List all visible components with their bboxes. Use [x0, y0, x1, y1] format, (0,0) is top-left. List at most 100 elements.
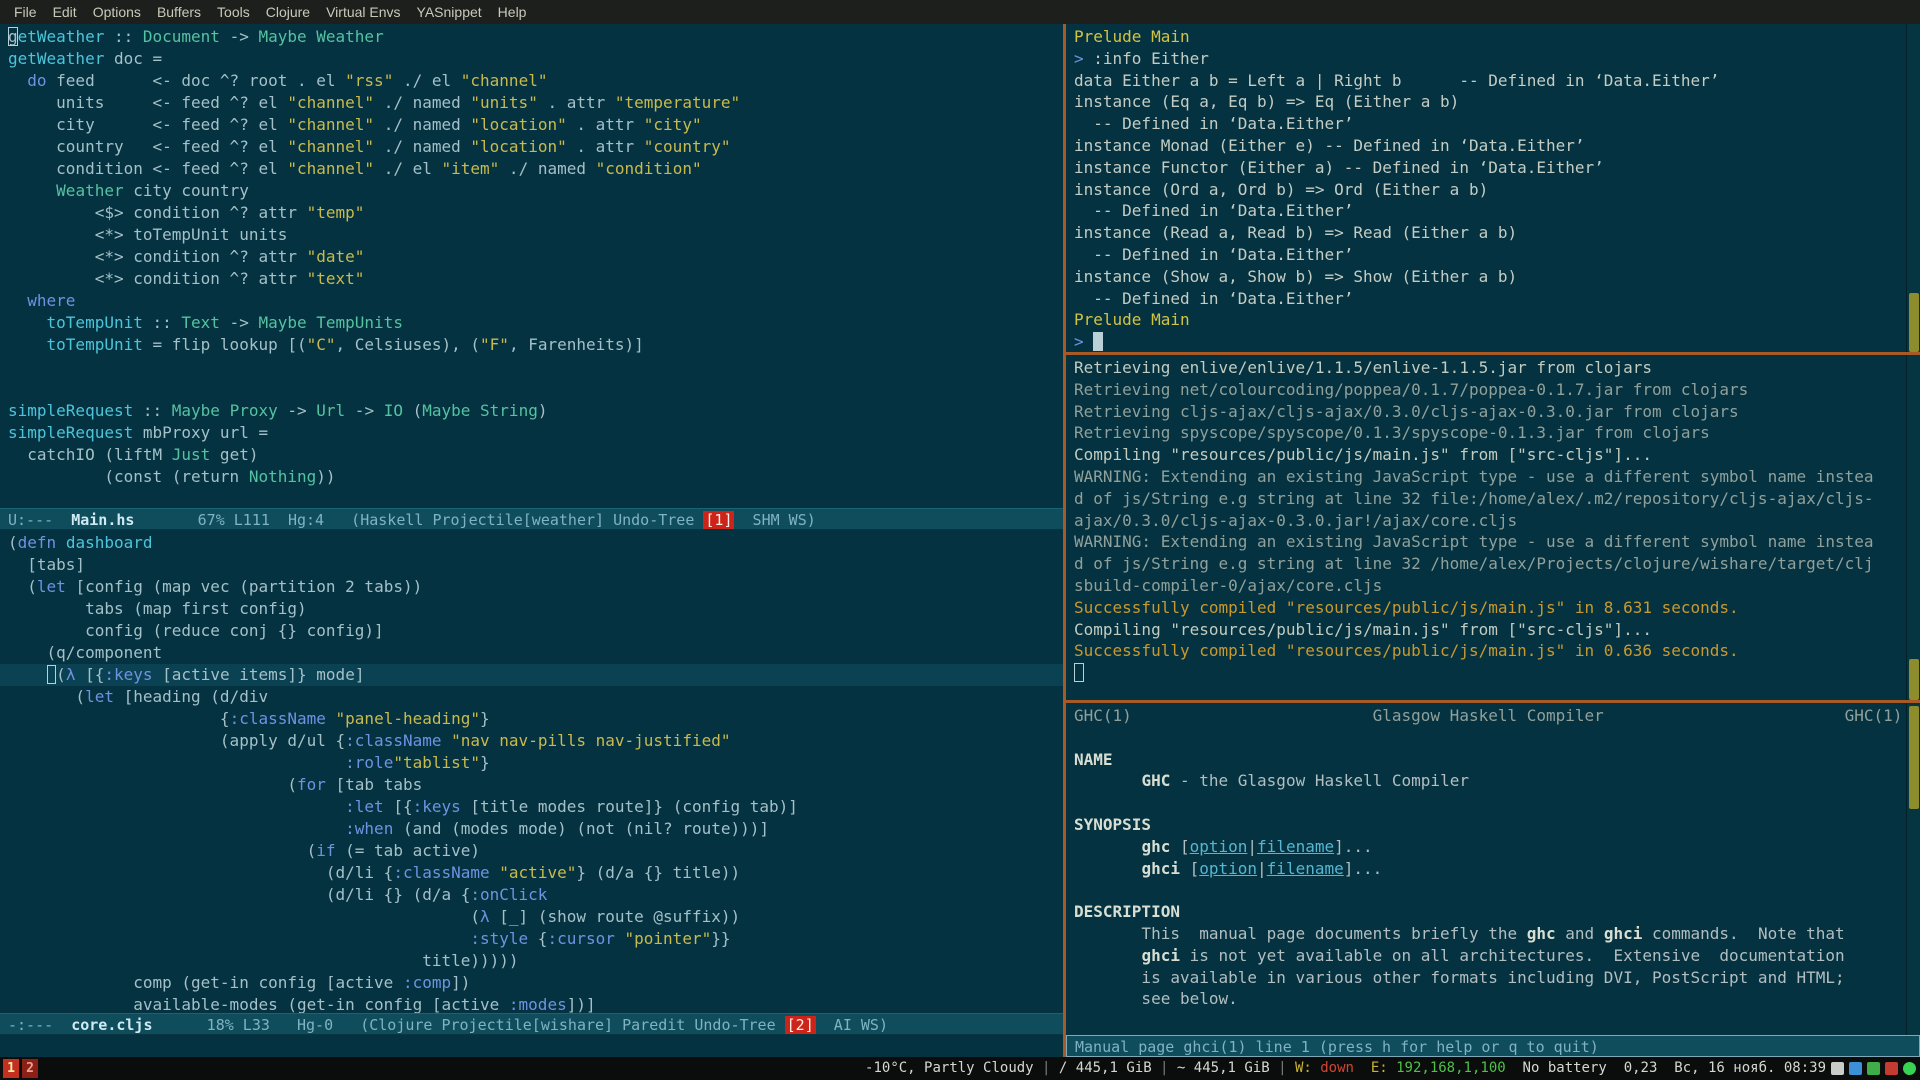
code-line: {:className "panel-heading"} — [0, 708, 1063, 730]
code-line: GHC(1) Glasgow Haskell Compiler GHC(1) — [1066, 705, 1906, 727]
mail-tray-icon[interactable] — [1849, 1062, 1862, 1075]
code-line: (let [heading (d/div — [0, 686, 1063, 708]
code-line: sbuild-compiler-0/ajax/core.cljs — [1066, 575, 1906, 597]
menu-item-edit[interactable]: Edit — [45, 2, 85, 22]
code-line: instance Monad (Either e) -- Defined in … — [1066, 135, 1906, 157]
workspace-badge-1[interactable]: 1 — [3, 1059, 19, 1078]
code-line: > — [1066, 331, 1906, 352]
code-line: units <- feed ^? el "channel" ./ named "… — [0, 92, 1063, 114]
code-line: (λ [{:keys [active items]} mode] — [0, 664, 1063, 686]
clojure-buffer[interactable]: (defn dashboard [tabs] (let [config (map… — [0, 530, 1063, 1013]
haskell-buffer[interactable]: getWeather :: Document -> Maybe Weatherg… — [0, 24, 1063, 508]
code-line: [tabs] — [0, 554, 1063, 576]
code-line: (q/component — [0, 642, 1063, 664]
repl-scrollbar-thumb[interactable] — [1909, 293, 1919, 352]
code-line: -- Defined in ‘Data.Either’ — [1066, 200, 1906, 222]
code-line: is available in various other formats in… — [1066, 967, 1906, 989]
code-line: -10°C, Partly Cloudy | / 445,1 GiB | ~ 4… — [857, 1057, 1826, 1080]
code-line: (let [config (map vec (partition 2 tabs)… — [0, 576, 1063, 598]
code-line: (d/li {} (d/a {:onClick — [0, 884, 1063, 906]
code-line: instance (Read a, Read b) => Read (Eithe… — [1066, 222, 1906, 244]
modeline-core-cljs: -:--- core.cljs 18% L33 Hg-0 (Clojure Pr… — [0, 1013, 1063, 1035]
repl-scrollbar[interactable] — [1906, 24, 1920, 352]
code-line — [0, 356, 1063, 378]
code-line: instance (Eq a, Eq b) => Eq (Either a b) — [1066, 91, 1906, 113]
code-line: (if (= tab active) — [0, 840, 1063, 862]
code-line: (const (return Nothing)) — [0, 466, 1063, 488]
code-line: U:--- Main.hs 67% L111 Hg:4 (Haskell Pro… — [0, 509, 1063, 530]
menu-item-clojure[interactable]: Clojure — [258, 2, 318, 22]
code-line: toTempUnit = flip lookup [("C", Celsiuse… — [0, 334, 1063, 356]
code-line: > :info Either — [1066, 48, 1906, 70]
compile-scrollbar[interactable] — [1906, 355, 1920, 700]
code-line: (defn dashboard — [0, 532, 1063, 554]
code-line: condition <- feed ^? el "channel" ./ el … — [0, 158, 1063, 180]
code-line: :role"tablist"} — [0, 752, 1063, 774]
code-line: Prelude Main — [1066, 309, 1906, 331]
man-page-buffer[interactable]: GHC(1) Glasgow Haskell Compiler GHC(1) N… — [1066, 703, 1906, 1035]
code-line: WARNING: Extending an existing JavaScrip… — [1066, 531, 1906, 553]
code-line: Retrieving net/colourcoding/poppea/0.1.7… — [1066, 379, 1906, 401]
ghci-repl-buffer[interactable]: Prelude Main> :info Eitherdata Either a … — [1066, 24, 1906, 352]
code-line: (for [tab tabs — [0, 774, 1063, 796]
code-line: simpleRequest :: Maybe Proxy -> Url -> I… — [0, 400, 1063, 422]
code-line: city <- feed ^? el "channel" ./ named "l… — [0, 114, 1063, 136]
code-line: GHC - the Glasgow Haskell Compiler — [1066, 770, 1906, 792]
code-line: see below. — [1066, 988, 1906, 1010]
code-line — [0, 378, 1063, 400]
code-line: instance Functor (Either a) -- Defined i… — [1066, 157, 1906, 179]
code-line: :when (and (modes mode) (not (nil? route… — [0, 818, 1063, 840]
code-line — [1066, 792, 1906, 814]
code-line: NAME — [1066, 749, 1906, 771]
code-line: ghci [option|filename]... — [1066, 858, 1906, 880]
display-tray-icon[interactable] — [1831, 1062, 1844, 1075]
menu-item-tools[interactable]: Tools — [209, 2, 258, 22]
menu-item-buffers[interactable]: Buffers — [149, 2, 209, 22]
code-line: ajax/0.3.0/cljs-ajax-0.3.0.jar!/ajax/cor… — [1066, 510, 1906, 532]
code-line: getWeather :: Document -> Maybe Weather — [0, 26, 1063, 48]
modeline-main-hs: U:--- Main.hs 67% L111 Hg:4 (Haskell Pro… — [0, 508, 1063, 530]
code-line: (d/li {:className "active"} (d/a {} titl… — [0, 862, 1063, 884]
code-line: This manual page documents briefly the g… — [1066, 923, 1906, 945]
system-tray-bar: 1 2 -10°C, Partly Cloudy | / 445,1 GiB |… — [0, 1057, 1920, 1080]
compile-scrollbar-thumb[interactable] — [1909, 659, 1919, 700]
code-line: d of js/String e.g string at line 32 /ho… — [1066, 553, 1906, 575]
compilation-buffer[interactable]: Retrieving enlive/enlive/1.1.5/enlive-1.… — [1066, 355, 1906, 700]
code-line: -- Defined in ‘Data.Either’ — [1066, 244, 1906, 266]
code-line: Retrieving cljs-ajax/cljs-ajax/0.3.0/clj… — [1066, 401, 1906, 423]
code-line — [1066, 662, 1906, 684]
workspace-badge-2[interactable]: 2 — [22, 1059, 38, 1078]
code-line: <*> condition ^? attr "date" — [0, 246, 1063, 268]
code-line: do feed <- doc ^? root . el "rss" ./ el … — [0, 70, 1063, 92]
code-line: comp (get-in config [active :comp]) — [0, 972, 1063, 994]
network-tray-icon[interactable] — [1867, 1062, 1880, 1075]
code-line: catchIO (liftM Just get) — [0, 444, 1063, 466]
code-line: ghci is not yet available on all archite… — [1066, 945, 1906, 967]
code-line: d of js/String e.g string at line 32 fil… — [1066, 488, 1906, 510]
menu-item-virtual-envs[interactable]: Virtual Envs — [318, 2, 408, 22]
menu-item-file[interactable]: File — [6, 2, 45, 22]
code-line: available-modes (get-in config [active :… — [0, 994, 1063, 1013]
code-line: WARNING: Extending an existing JavaScrip… — [1066, 466, 1906, 488]
code-line: country <- feed ^? el "channel" ./ named… — [0, 136, 1063, 158]
code-line: title))))) — [0, 950, 1063, 972]
man-scrollbar-thumb[interactable] — [1909, 706, 1919, 809]
code-line: :let [{:keys [title modes route]} (confi… — [0, 796, 1063, 818]
code-line: Weather city country — [0, 180, 1063, 202]
code-line: simpleRequest mbProxy url = — [0, 422, 1063, 444]
man-scrollbar[interactable] — [1906, 703, 1920, 1035]
code-line: Retrieving enlive/enlive/1.1.5/enlive-1.… — [1066, 357, 1906, 379]
code-line: (λ [_] (show route @suffix)) — [0, 906, 1063, 928]
alert-tray-icon[interactable] — [1885, 1062, 1898, 1075]
code-line: Compiling "resources/public/js/main.js" … — [1066, 444, 1906, 466]
menu-item-options[interactable]: Options — [85, 2, 149, 22]
menu-item-help[interactable]: Help — [490, 2, 535, 22]
code-line: instance (Show a, Show b) => Show (Eithe… — [1066, 266, 1906, 288]
code-line: ghc [option|filename]... — [1066, 836, 1906, 858]
code-line: <*> toTempUnit units — [0, 224, 1063, 246]
code-line: Retrieving spyscope/spyscope/0.1.3/spysc… — [1066, 422, 1906, 444]
code-line: instance (Ord a, Ord b) => Ord (Either a… — [1066, 179, 1906, 201]
code-line: config (reduce conj {} config)] — [0, 620, 1063, 642]
menu-item-yasnippet[interactable]: YASnippet — [409, 2, 490, 22]
code-line: Successfully compiled "resources/public/… — [1066, 597, 1906, 619]
